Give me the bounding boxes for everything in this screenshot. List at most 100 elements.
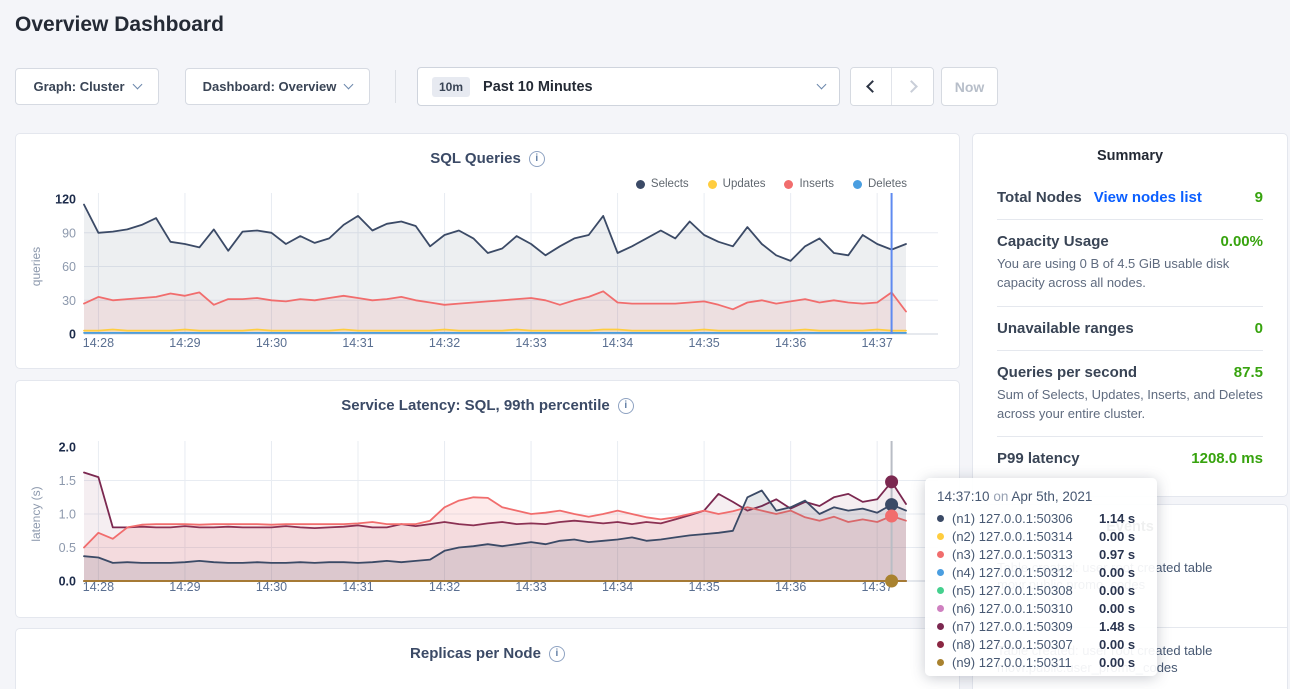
time-pager (850, 67, 934, 106)
chevron-left-icon (866, 80, 879, 93)
tooltip-node-value: 0.00 s (1099, 655, 1145, 670)
summary-row: Capacity Usage 0.00% You are using 0 B of … (997, 219, 1263, 306)
next-range-button[interactable] (892, 68, 933, 105)
svg-text:1.0: 1.0 (59, 508, 76, 522)
dashboard-dropdown[interactable]: Dashboard: Overview (185, 68, 370, 105)
svg-text:0.5: 0.5 (59, 541, 76, 555)
summary-row-top: Queries per second 87.5 (997, 364, 1263, 381)
tooltip-node-row: (n6) 127.0.0.1:50310 0.00 s (937, 599, 1145, 617)
legend-label: Selects (651, 178, 689, 190)
chevron-down-icon (132, 80, 142, 90)
info-icon[interactable]: i (549, 646, 565, 662)
svg-text:14:37: 14:37 (862, 336, 893, 350)
svg-text:30: 30 (62, 294, 76, 308)
graph-dropdown[interactable]: Graph: Cluster (15, 68, 159, 105)
svg-text:queries: queries (29, 247, 43, 286)
time-range-label: Past 10 Minutes (483, 79, 593, 95)
svg-text:2.0: 2.0 (59, 441, 76, 455)
series-dot-icon (937, 533, 944, 540)
summary-value: 87.5 (1234, 364, 1263, 381)
summary-row-top: P99 latency 1208.0 ms (997, 450, 1263, 467)
chart-legend: Selects Updates Inserts Deletes (636, 178, 907, 190)
svg-text:14:35: 14:35 (688, 336, 719, 350)
tooltip-node-value: 0.00 s (1099, 583, 1145, 598)
tooltip-timestamp: 14:37:10 on Apr 5th, 2021 (937, 489, 1145, 504)
legend-label: Inserts (799, 178, 834, 190)
summary-value: 0.00% (1220, 233, 1263, 250)
replicas-per-node-card: Replicas per Node i (15, 628, 960, 689)
svg-text:0: 0 (69, 328, 76, 342)
tooltip-node-value: 0.97 s (1099, 547, 1145, 562)
series-dot-icon (937, 623, 944, 630)
svg-text:14:34: 14:34 (602, 580, 633, 594)
series-dot-icon (937, 659, 944, 666)
view-nodes-link[interactable]: View nodes list (1094, 189, 1202, 206)
svg-text:0.0: 0.0 (59, 575, 76, 589)
toolbar-divider (395, 70, 396, 103)
info-icon[interactable]: i (529, 151, 545, 167)
info-icon[interactable]: i (618, 398, 634, 414)
series-dot-icon (937, 569, 944, 576)
svg-text:14:33: 14:33 (515, 336, 546, 350)
chart-title-service-latency: Service Latency: SQL, 99th percentile (341, 397, 609, 414)
legend-dot-icon (853, 180, 862, 189)
summary-value: 1208.0 ms (1191, 450, 1263, 467)
summary-label: Unavailable ranges (997, 320, 1134, 337)
tooltip-node-value: 0.00 s (1099, 601, 1145, 616)
summary-value: 0 (1255, 320, 1263, 337)
graph-dropdown-label: Graph: Cluster (33, 79, 124, 94)
summary-description: You are using 0 B of 4.5 GiB usable disk… (997, 255, 1263, 293)
prev-range-button[interactable] (851, 68, 892, 105)
service-latency-chart[interactable]: 14:2814:2914:3014:3114:3214:3314:3414:35… (16, 433, 961, 605)
tooltip-node-label: (n4) 127.0.0.1:50312 (952, 565, 1093, 580)
svg-text:14:32: 14:32 (429, 336, 460, 350)
svg-text:14:33: 14:33 (515, 580, 546, 594)
chart-title-sql-queries: SQL Queries (430, 150, 521, 167)
tooltip-node-label: (n6) 127.0.0.1:50310 (952, 601, 1093, 616)
summary-label: Queries per second (997, 364, 1137, 381)
summary-label: Capacity Usage (997, 233, 1109, 250)
legend-label: Deletes (868, 178, 907, 190)
tooltip-node-row: (n8) 127.0.0.1:503070.00 s (937, 635, 1145, 653)
series-dot-icon (937, 605, 944, 612)
legend-dot-icon (708, 180, 717, 189)
svg-text:14:29: 14:29 (169, 580, 200, 594)
tooltip-node-value: 0.00 s (1099, 529, 1145, 544)
summary-value: 9 (1255, 189, 1263, 206)
chart-title-replicas-per-node: Replicas per Node (410, 645, 541, 662)
svg-text:latency (s): latency (s) (29, 486, 43, 541)
tooltip-node-label: (n7) 127.0.0.1:50309 (952, 619, 1093, 634)
summary-panel: Summary Total NodesView nodes list9Capac… (972, 133, 1288, 497)
tooltip-node-value: 0.00 s (1099, 565, 1145, 580)
tooltip-node-row: (n2) 127.0.0.1:50314 0.00 s (937, 527, 1145, 545)
svg-text:90: 90 (62, 226, 76, 240)
summary-row: Queries per second 87.5 Sum of Selects, Up… (997, 350, 1263, 437)
time-range-selector[interactable]: 10m Past 10 Minutes (417, 67, 840, 106)
tooltip-node-value: 1.48 s (1099, 619, 1145, 634)
now-button[interactable]: Now (941, 67, 998, 106)
tooltip-node-row: (n4) 127.0.0.1:50312 0.00 s (937, 563, 1145, 581)
svg-text:1.5: 1.5 (59, 474, 76, 488)
summary-row: P99 latency 1208.0 ms (997, 436, 1263, 480)
tooltip-node-label: (n2) 127.0.0.1:50314 (952, 529, 1093, 544)
tooltip-node-label: (n5) 127.0.0.1:50308 (952, 583, 1093, 598)
tooltip-node-value: 1.14 s (1099, 511, 1145, 526)
svg-text:14:36: 14:36 (775, 336, 806, 350)
tooltip-node-label: (n3) 127.0.0.1:50313 (952, 547, 1093, 562)
legend-item-deletes[interactable]: Deletes (853, 178, 907, 190)
svg-text:14:30: 14:30 (256, 580, 287, 594)
time-range-badge: 10m (432, 77, 470, 97)
service-latency-card: Service Latency: SQL, 99th percentile i … (15, 380, 960, 618)
summary-label: P99 latency (997, 450, 1080, 467)
sql-queries-chart[interactable]: 14:2814:2914:3014:3114:3214:3314:3414:35… (16, 191, 961, 363)
legend-item-updates[interactable]: Updates (708, 178, 766, 190)
legend-item-inserts[interactable]: Inserts (784, 178, 834, 190)
svg-text:14:30: 14:30 (256, 336, 287, 350)
summary-description: Sum of Selects, Updates, Inserts, and De… (997, 386, 1263, 424)
page-title: Overview Dashboard (15, 13, 224, 37)
tooltip-node-value: 0.00 s (1099, 637, 1145, 652)
series-dot-icon (937, 641, 944, 648)
legend-item-selects[interactable]: Selects (636, 178, 689, 190)
dashboard-dropdown-label: Dashboard: Overview (203, 79, 337, 94)
summary-row-top: Capacity Usage 0.00% (997, 233, 1263, 250)
